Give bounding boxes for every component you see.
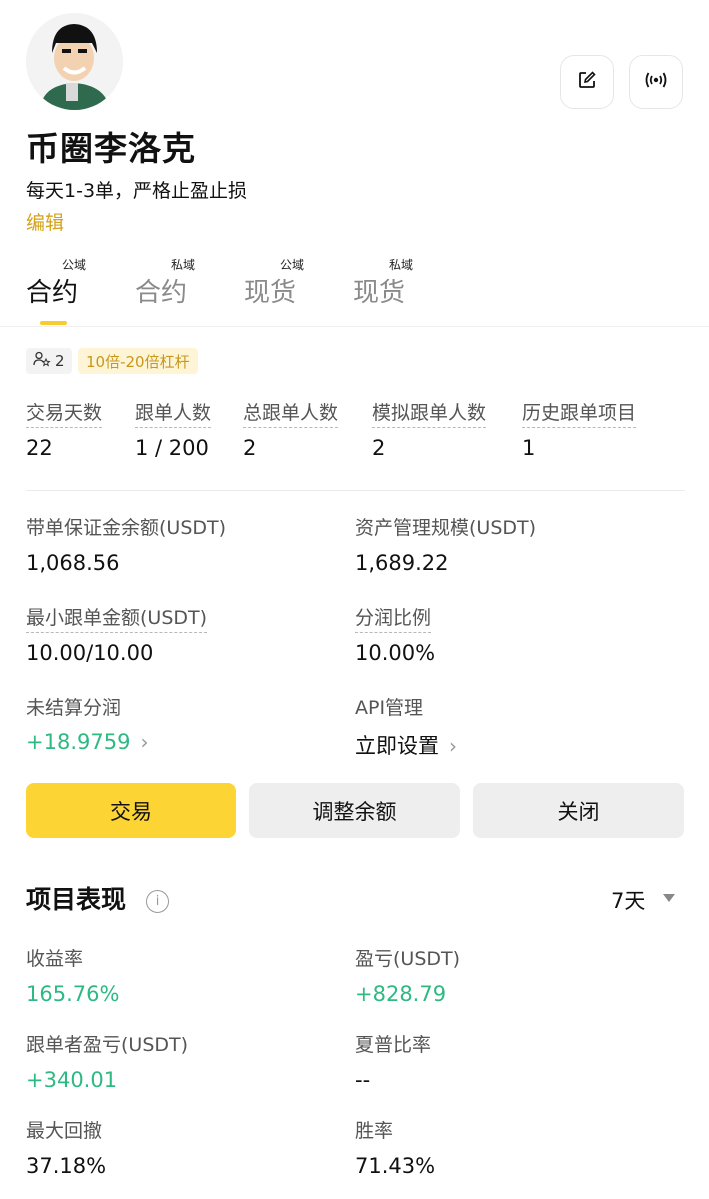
follower-pnl-label: 跟单者盈亏(USDT) (26, 1034, 189, 1056)
sharpe-ratio-label: 夏普比率 (355, 1034, 432, 1056)
tab-public-futures[interactable]: 合约 (26, 272, 78, 309)
tab-private-spot[interactable]: 现货 (353, 272, 405, 309)
caret-down-icon[interactable] (663, 894, 675, 902)
stat-history-projects-label[interactable]: 历史跟单项目 (522, 398, 637, 428)
profit-share-value: 10.00% (355, 641, 436, 665)
performance-title: 项目表现 (26, 885, 127, 914)
info-icon[interactable]: i (146, 890, 169, 913)
edit-profile-button[interactable] (560, 55, 614, 109)
aum-label: 资产管理规模(USDT) (355, 517, 537, 539)
follower-pnl-value: +340.01 (26, 1068, 118, 1092)
leverage-badge: 10倍-20倍杠杆 (78, 348, 198, 374)
users-star-icon (33, 351, 51, 371)
unsettled-profit-label: 未结算分润 (26, 697, 122, 719)
tab-tag-private-spot: 私域 (389, 258, 414, 272)
stat-trading-days-label[interactable]: 交易天数 (26, 398, 103, 428)
pnl-value: +828.79 (355, 982, 447, 1006)
min-copy-amount-value: 10.00/10.00 (26, 641, 154, 665)
aum-value: 1,689.22 (355, 551, 449, 575)
stats-divider (26, 490, 685, 491)
roi-label: 收益率 (26, 948, 84, 970)
tab-private-futures[interactable]: 合约 (135, 272, 187, 309)
unsettled-profit-value: +18.9759 (26, 730, 131, 754)
stat-history-projects-value: 1 (522, 436, 536, 460)
tab-tag-public-futures: 公域 (62, 258, 87, 272)
tab-tag-public-spot: 公域 (280, 258, 305, 272)
chevron-right-icon: › (140, 730, 149, 754)
stat-copiers-value: 1 / 200 (135, 436, 209, 460)
tabs-divider (0, 326, 709, 327)
win-rate-label: 胜率 (355, 1120, 394, 1142)
api-management-label: API管理 (355, 697, 424, 719)
win-rate-value: 71.43% (355, 1154, 436, 1178)
unsettled-profit-link[interactable]: +18.9759 › (26, 730, 148, 754)
min-copy-amount-label[interactable]: 最小跟单金额(USDT) (26, 603, 208, 633)
max-drawdown-label: 最大回撤 (26, 1120, 103, 1142)
api-setup-label: 立即设置 (355, 734, 439, 758)
margin-balance-value: 1,068.56 (26, 551, 120, 575)
close-button[interactable]: 关闭 (473, 783, 684, 838)
pnl-label: 盈亏(USDT) (355, 948, 461, 970)
sharpe-ratio-value: -- (355, 1068, 371, 1092)
followers-count: 2 (55, 352, 65, 370)
api-setup-link[interactable]: 立即设置 › (355, 730, 457, 760)
avatar[interactable] (26, 13, 123, 110)
roi-value: 165.76% (26, 982, 120, 1006)
tab-tag-private-futures: 私域 (171, 258, 196, 272)
period-select[interactable]: 7天 (611, 885, 645, 915)
broadcast-icon (644, 70, 668, 94)
active-tab-indicator (40, 321, 67, 325)
trader-nickname: 币圈李洛克 (26, 129, 196, 168)
stat-total-copiers-label[interactable]: 总跟单人数 (243, 398, 339, 428)
chevron-right-icon: › (449, 734, 457, 758)
profit-share-label[interactable]: 分润比例 (355, 603, 432, 633)
followers-badge: 2 (26, 348, 72, 374)
max-drawdown-value: 37.18% (26, 1154, 107, 1178)
stat-demo-copiers-value: 2 (372, 436, 386, 460)
stat-total-copiers-value: 2 (243, 436, 257, 460)
adjust-balance-button[interactable]: 调整余额 (249, 783, 460, 838)
stat-copiers-label[interactable]: 跟单人数 (135, 398, 212, 428)
stat-demo-copiers-label[interactable]: 模拟跟单人数 (372, 398, 487, 428)
stat-trading-days-value: 22 (26, 436, 53, 460)
tab-public-spot[interactable]: 现货 (244, 272, 296, 309)
edit-bio-link[interactable]: 编辑 (26, 208, 64, 235)
trader-bio: 每天1-3单，严格止盈止损 (26, 180, 248, 202)
trade-button[interactable]: 交易 (26, 783, 236, 838)
edit-icon (577, 70, 597, 94)
broadcast-button[interactable] (629, 55, 683, 109)
margin-balance-label: 带单保证金余额(USDT) (26, 517, 227, 539)
